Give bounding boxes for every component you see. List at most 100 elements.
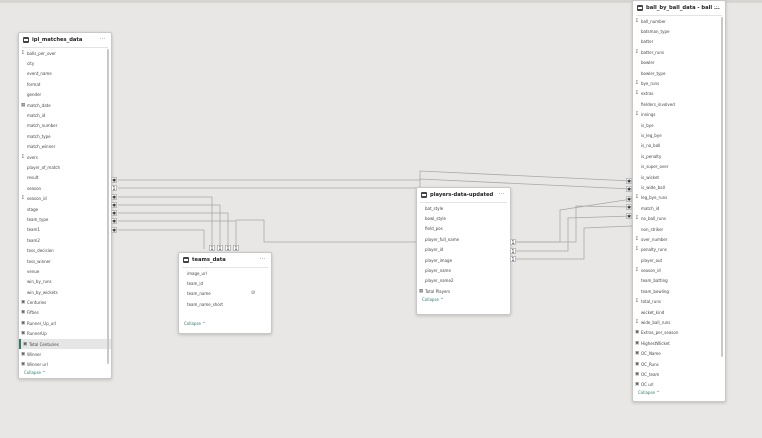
field-row[interactable]: ▣ Fifties <box>19 308 111 318</box>
ball-by-ball-data-card[interactable]: ball_by_ball_data - ball ... ··· Σball_n… <box>632 0 726 402</box>
field-row[interactable]: player_full_name <box>417 234 510 244</box>
field-row[interactable]: player_out <box>633 255 725 265</box>
field-row[interactable]: ▣ Runner_Up_url <box>19 318 111 328</box>
field-row[interactable]: ▣ RunnerUp <box>19 329 111 339</box>
field-row[interactable]: Σinnings <box>633 110 725 120</box>
field-row[interactable]: ▦ match_date <box>19 100 111 110</box>
teams-data-card[interactable]: teams_data ··· image_url team_id team_name… <box>178 252 272 334</box>
ipl-card-header[interactable]: ipl_matches_data ··· <box>19 33 111 47</box>
field-row[interactable]: player_of_match <box>19 162 111 172</box>
field-row[interactable]: ▣ OC_Name <box>633 349 725 359</box>
field-row[interactable]: win_by_wickets <box>19 287 111 297</box>
field-row[interactable]: match_winner <box>19 142 111 152</box>
field-row[interactable]: Σpenalty_runs <box>633 245 725 255</box>
field-row[interactable]: match_type <box>19 131 111 141</box>
field-row[interactable]: Σballs_per_over <box>19 48 111 58</box>
field-row[interactable]: Σball_number <box>633 16 725 26</box>
field-row[interactable]: bowler <box>633 58 725 68</box>
collapse-button[interactable]: Collapse ^ <box>19 370 111 375</box>
field-row[interactable]: team_name_short <box>179 299 271 309</box>
field-row[interactable]: ▣ Winner <box>19 349 111 359</box>
field-row[interactable]: format <box>19 79 111 89</box>
field-row[interactable]: toss_decision <box>19 245 111 255</box>
field-row[interactable]: is_leg_bye <box>633 130 725 140</box>
field-row[interactable]: team_id <box>179 278 271 288</box>
field-row[interactable]: match_id <box>633 203 725 213</box>
field-row[interactable]: fielders_involved <box>633 99 725 109</box>
field-row[interactable]: venue <box>19 266 111 276</box>
field-row[interactable]: Σwide_ball_runs <box>633 317 725 327</box>
field-row[interactable]: match_id <box>19 110 111 120</box>
measure-icon: ▣ <box>20 320 26 326</box>
field-row[interactable]: event_name <box>19 69 111 79</box>
field-row[interactable]: batter <box>633 37 725 47</box>
field-row[interactable]: ▣ Centuries <box>19 297 111 307</box>
field-row[interactable]: is_no_ball <box>633 141 725 151</box>
teams-card-header[interactable]: teams_data ··· <box>179 253 271 267</box>
collapse-button[interactable]: Collapse ^ <box>633 390 725 395</box>
ball-card-header[interactable]: ball_by_ball_data - ball ... ··· <box>633 1 725 15</box>
field-row[interactable]: Σbye_runs <box>633 78 725 88</box>
field-row[interactable]: toss_winner <box>19 256 111 266</box>
ipl-matches-data-card[interactable]: ipl_matches_data ··· Σballs_per_over city… <box>18 32 112 379</box>
field-row[interactable]: is_wide_ball <box>633 182 725 192</box>
field-row[interactable]: ▣ Extras_per_season <box>633 328 725 338</box>
field-row[interactable]: is_wicket <box>633 172 725 182</box>
field-row[interactable]: bowler_type <box>633 68 725 78</box>
field-row[interactable]: ▦ Total Players <box>417 286 510 296</box>
field-row[interactable]: match_number <box>19 121 111 131</box>
more-options-icon[interactable]: ··· <box>260 256 266 262</box>
scrollbar[interactable] <box>721 17 723 357</box>
more-options-icon[interactable]: ··· <box>499 191 505 197</box>
field-row[interactable]: ▣ OC url <box>633 380 725 390</box>
field-row[interactable]: player_name <box>417 265 510 275</box>
field-row[interactable]: batsman_type <box>633 26 725 36</box>
field-row[interactable]: team1 <box>19 225 111 235</box>
field-row[interactable]: stage <box>19 204 111 214</box>
players-card-header[interactable]: players-data-updated ··· <box>417 188 510 202</box>
scrollbar[interactable] <box>107 49 109 364</box>
field-row[interactable]: city <box>19 58 111 68</box>
field-row[interactable]: team_type <box>19 214 111 224</box>
more-options-icon[interactable]: ··· <box>714 4 720 10</box>
players-data-updated-card[interactable]: players-data-updated ··· bat_style bowl_s… <box>416 187 511 315</box>
field-row[interactable]: ▣ Winner url <box>19 360 111 370</box>
collapse-button[interactable]: Collapse ^ <box>417 297 510 302</box>
field-row[interactable]: gender <box>19 90 111 100</box>
more-options-icon[interactable]: ··· <box>100 36 106 42</box>
field-row[interactable]: bowl_style <box>417 213 510 223</box>
field-row[interactable]: wicket_kind <box>633 307 725 317</box>
field-row[interactable]: Σover_number <box>633 234 725 244</box>
field-row[interactable]: Σtotal_runs <box>633 297 725 307</box>
field-row[interactable]: win_by_runs <box>19 277 111 287</box>
field-row[interactable]: player_image <box>417 255 510 265</box>
field-row[interactable]: image_url <box>179 268 271 278</box>
field-row[interactable]: is_super_over <box>633 161 725 171</box>
field-row[interactable]: Σseason_id <box>19 193 111 203</box>
field-row[interactable]: Σextras <box>633 89 725 99</box>
hidden-field-icon[interactable]: ⊘ <box>251 290 255 296</box>
collapse-button[interactable]: Collapse ^ <box>179 321 271 326</box>
field-row[interactable]: bat_style <box>417 203 510 213</box>
field-row[interactable]: Σleg_bye_runs <box>633 193 725 203</box>
field-row[interactable]: Σseason_id <box>633 265 725 275</box>
field-row[interactable]: ▣ Total Centuries <box>19 338 111 350</box>
field-row[interactable]: Σbatter_runs <box>633 47 725 57</box>
field-row[interactable]: non_striker <box>633 224 725 234</box>
field-row[interactable]: team_name <box>179 289 271 299</box>
field-row[interactable]: team_batting <box>633 276 725 286</box>
field-row[interactable]: is_bye <box>633 120 725 130</box>
field-row[interactable]: Σno_ball_runs <box>633 213 725 223</box>
field-row[interactable]: result <box>19 173 111 183</box>
field-row[interactable]: team_bowling <box>633 286 725 296</box>
field-row[interactable]: team2 <box>19 235 111 245</box>
field-row[interactable]: is_penalty <box>633 151 725 161</box>
field-row[interactable]: Σovers <box>19 152 111 162</box>
field-row[interactable]: ▣ HighestWicket <box>633 338 725 348</box>
field-row[interactable]: season <box>19 183 111 193</box>
field-row[interactable]: ▣ OC_team <box>633 369 725 379</box>
field-row[interactable]: ▣ OC_Runs <box>633 359 725 369</box>
field-row[interactable]: player_name2 <box>417 276 510 286</box>
field-row[interactable]: field_pos <box>417 224 510 234</box>
field-row[interactable]: player_id <box>417 245 510 255</box>
